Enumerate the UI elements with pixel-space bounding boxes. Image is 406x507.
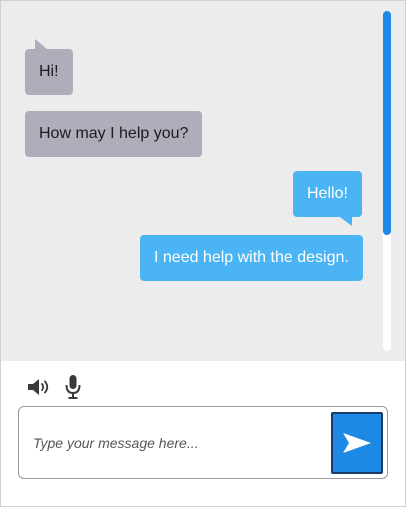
message-composer (18, 406, 388, 479)
chat-window: Hi! How may I help you? Hello! I need he… (0, 0, 406, 507)
microphone-icon[interactable] (61, 373, 85, 401)
incoming-message-bubble: How may I help you? (25, 111, 203, 157)
outgoing-message-bubble: I need help with the design. (140, 235, 363, 281)
composer-toolbar (27, 373, 85, 401)
send-button[interactable] (331, 412, 383, 474)
message-text: I need help with the design. (154, 249, 349, 266)
message-text: How may I help you? (39, 125, 189, 142)
scrollbar-thumb[interactable] (383, 11, 391, 235)
speaker-icon[interactable] (27, 373, 51, 401)
bubble-tail (339, 217, 352, 226)
incoming-message-bubble: Hi! (25, 39, 73, 95)
send-arrow-icon (343, 433, 371, 453)
message-list: Hi! How may I help you? Hello! I need he… (1, 1, 405, 361)
message-text: Hello! (307, 185, 348, 202)
scrollbar-track[interactable] (383, 11, 391, 351)
outgoing-message-bubble: Hello! (293, 171, 362, 226)
message-input[interactable] (33, 429, 323, 457)
bubble-tail (35, 39, 47, 49)
message-text: Hi! (39, 63, 59, 80)
